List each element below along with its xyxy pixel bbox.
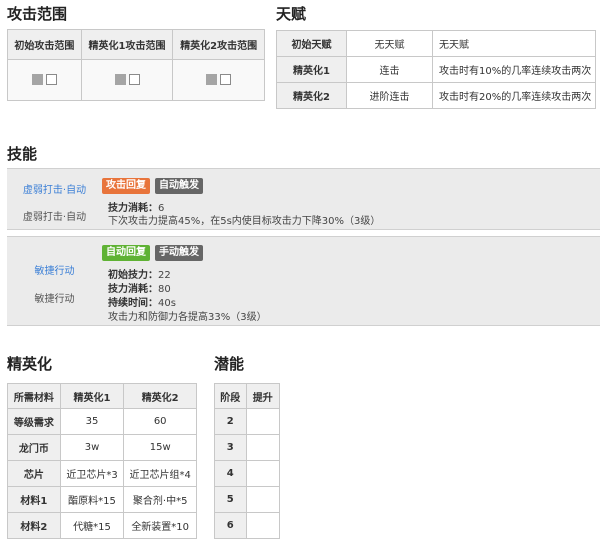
elite-row-e2: 聚合剂·中*5: [123, 486, 197, 513]
potential-value: [245, 408, 281, 435]
talent-desc-elite2: 攻击时有20%的几率连续攻击两次: [432, 82, 596, 109]
talent-name-elite2: 进阶连击: [346, 82, 433, 109]
range-cell-attack: [220, 74, 232, 86]
talent-desc-elite1: 攻击时有10%的几率连续攻击两次: [432, 56, 596, 83]
range-section-title: 攻击范围: [7, 5, 68, 23]
range-cell-self: [31, 74, 43, 86]
potential-value: [245, 460, 281, 487]
skill-card-1: 虚弱打击·自动 虚弱打击·自动 攻击回复 自动触发 技力消耗：6 下次攻击力提高…: [7, 168, 600, 230]
potential-stage: 4: [214, 460, 247, 487]
elite-row-label: 等级需求: [7, 408, 61, 435]
skill-1-line-2: 下次攻击力提高45%，在5s内使目标攻击力下降30%（3级）: [108, 216, 381, 227]
talent-label-initial: 初始天赋: [276, 30, 347, 57]
potential-value: [245, 434, 281, 461]
potential-section-title: 潜能: [214, 355, 245, 373]
skill-2-line-2: 技力消耗：80: [108, 284, 171, 295]
potential-header-boost: 提升: [245, 383, 281, 409]
elite-row-e1: 酯原料*15: [59, 486, 125, 513]
potential-value: [245, 512, 281, 539]
skill-1-trigger-badge: 自动触发: [155, 178, 203, 194]
potential-table: 阶段 提升 2 3 4 5 6: [214, 383, 281, 539]
skill-section-title: 技能: [7, 145, 38, 163]
skill-2-link[interactable]: 敏捷行动: [7, 262, 102, 277]
potential-stage: 2: [214, 408, 247, 435]
skill-2-line-4: 攻击力和防御力各提高33%（3级）: [108, 312, 267, 323]
skill-1-link[interactable]: 虚弱打击·自动: [7, 181, 102, 196]
elite-row-label: 材料1: [7, 486, 61, 513]
elite-table: 所需材料 精英化1 精英化2 等级需求 35 60 龙门币 3w 15w 芯片 …: [7, 383, 197, 539]
talent-desc-initial: 无天赋: [432, 30, 596, 57]
range-table: 初始攻击范围 精英化1攻击范围 精英化2攻击范围: [7, 29, 265, 101]
talent-section-title: 天赋: [276, 5, 307, 23]
skill-1-name: 虚弱打击·自动: [22, 212, 87, 223]
range-header-initial: 初始攻击范围: [7, 29, 82, 60]
elite-header-material: 所需材料: [7, 383, 61, 409]
elite-section-title: 精英化: [7, 355, 53, 373]
talent-name-elite1: 连击: [346, 56, 433, 83]
elite-row-e1: 近卫芯片*3: [59, 460, 125, 487]
range-cell-self: [114, 74, 126, 86]
potential-header-stage: 阶段: [214, 383, 247, 409]
talent-table: 初始天赋 无天赋 无天赋 精英化1 连击 攻击时有10%的几率连续攻击两次 精英…: [276, 30, 596, 109]
potential-stage: 3: [214, 434, 247, 461]
skill-card-2: 敏捷行动 敏捷行动 自动回复 手动触发 初始技力：22 技力消耗：80 持续时间…: [7, 236, 600, 326]
elite-row-e1: 代糖*15: [59, 512, 125, 539]
skill-2-trigger-badge: 手动触发: [155, 245, 203, 261]
talent-label-elite2: 精英化2: [276, 82, 347, 109]
elite-row-label: 芯片: [7, 460, 61, 487]
range-header-elite2: 精英化2攻击范围: [172, 29, 265, 60]
elite-row-e2: 60: [123, 408, 197, 435]
talent-name-initial: 无天赋: [346, 30, 433, 57]
elite-row-e1: 35: [59, 408, 125, 435]
range-cell-attack: [45, 74, 57, 86]
range-cell-self: [206, 74, 218, 86]
elite-header-e2: 精英化2: [123, 383, 197, 409]
elite-row-e2: 15w: [123, 434, 197, 461]
range-header-elite1: 精英化1攻击范围: [80, 29, 174, 60]
elite-header-e1: 精英化1: [59, 383, 125, 409]
elite-row-e2: 近卫芯片组*4: [123, 460, 197, 487]
elite-row-label: 龙门币: [7, 434, 61, 461]
range-grid-initial: [7, 59, 82, 101]
range-grid-elite1: [80, 59, 174, 101]
elite-row-label: 材料2: [7, 512, 61, 539]
potential-value: [245, 486, 281, 513]
elite-row-e2: 全新装置*10: [123, 512, 197, 539]
range-grid-elite2: [172, 59, 265, 101]
potential-stage: 5: [214, 486, 247, 513]
range-cell-attack: [128, 74, 140, 86]
skill-1-recovery-badge: 攻击回复: [102, 178, 150, 194]
skill-2-line-1: 初始技力：22: [108, 270, 171, 281]
skill-2-name: 敏捷行动: [34, 294, 75, 305]
skill-2-recovery-badge: 自动回复: [102, 245, 150, 261]
skill-2-line-3: 持续时间：40s: [108, 298, 176, 309]
talent-label-elite1: 精英化1: [276, 56, 347, 83]
potential-stage: 6: [214, 512, 247, 539]
elite-row-e1: 3w: [59, 434, 125, 461]
